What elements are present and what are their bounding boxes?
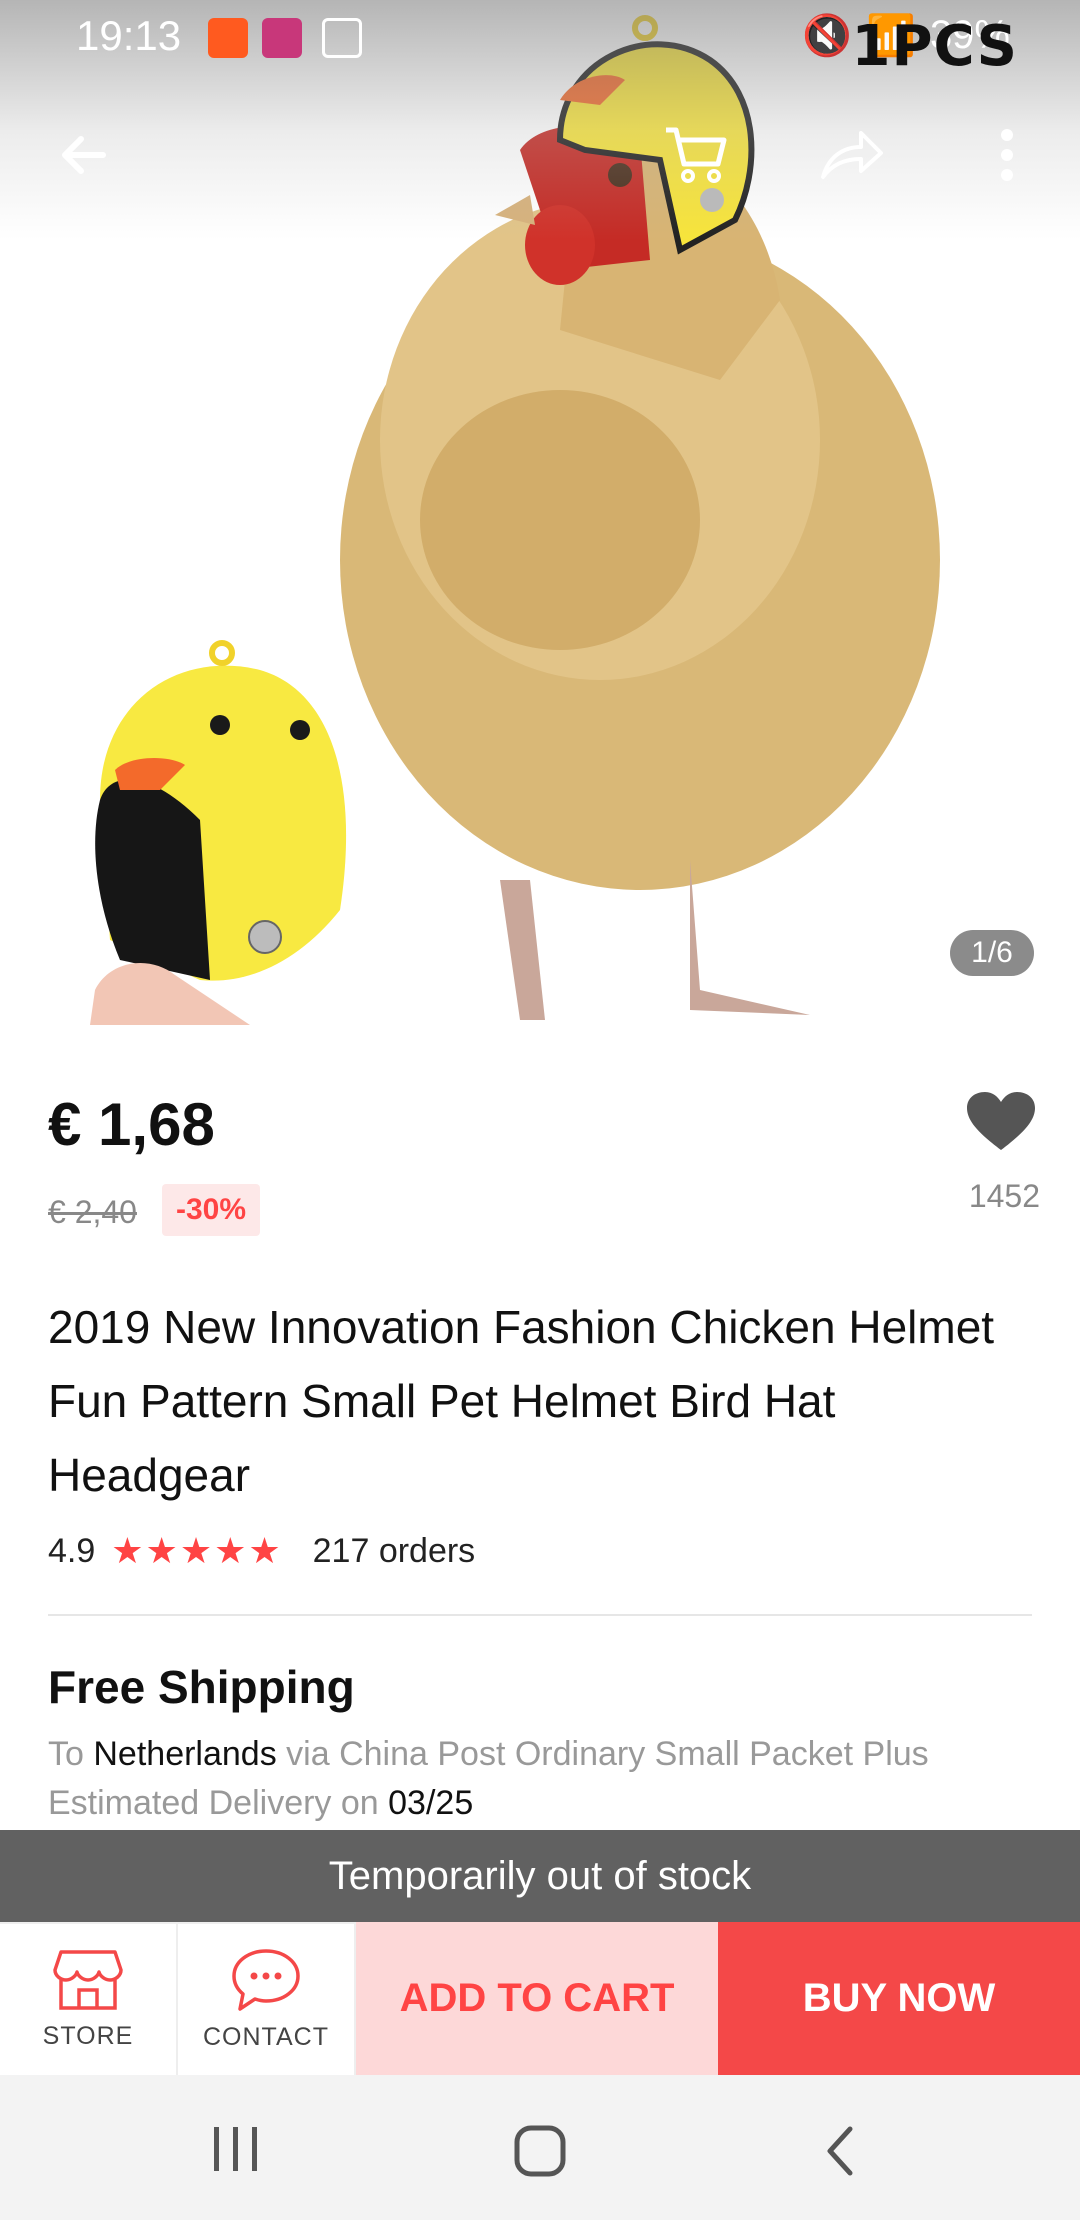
- action-bar: STORE CONTACT ADD TO CART BUY NOW: [0, 1922, 1080, 2075]
- wishlist-button[interactable]: [965, 1090, 1037, 1159]
- chat-bubble-icon: [232, 1949, 300, 2011]
- estimated-delivery: Estimated Delivery on 03/25: [48, 1784, 474, 1822]
- recents-icon: [214, 2127, 257, 2171]
- product-price: € 1,68: [48, 1091, 215, 1158]
- wishlist-count: 1452: [968, 1178, 1040, 1214]
- divider: [48, 1614, 1032, 1616]
- orders-count: 217 orders: [312, 1531, 476, 1570]
- aliexpress-app-icon: [208, 18, 248, 58]
- cart-button[interactable]: [660, 120, 730, 190]
- rating-value: 4.9: [48, 1531, 96, 1570]
- contact-label: CONTACT: [203, 2023, 329, 2051]
- status-time: 19:13: [76, 12, 182, 59]
- chevron-left-icon: [827, 2126, 853, 2176]
- add-to-cart-button[interactable]: ADD TO CART: [356, 1922, 718, 2075]
- heart-icon: [967, 1092, 1035, 1150]
- more-vertical-icon: [1001, 129, 1013, 181]
- delivery-date: 03/25: [388, 1784, 474, 1822]
- shipping-destination[interactable]: To Netherlands via China Post Ordinary S…: [48, 1735, 929, 1774]
- product-image-gallery[interactable]: [0, 0, 1080, 1025]
- variant-overlay-label: 1PCS: [851, 14, 1018, 79]
- contact-button[interactable]: CONTACT: [178, 1922, 356, 2075]
- share-button[interactable]: [815, 120, 885, 190]
- product-title: 2019 New Innovation Fashion Chicken Helm…: [48, 1301, 995, 1501]
- store-icon: [53, 1950, 123, 2010]
- discount-badge: -30%: [162, 1184, 261, 1236]
- status-bar: 19:13 🔇 📶 39% 1PCS: [0, 0, 1080, 79]
- store-label: STORE: [42, 2022, 134, 2050]
- mute-icon: 🔇: [802, 14, 853, 58]
- out-of-stock-banner: Temporarily out of stock: [0, 1830, 1080, 1922]
- cart-icon: [666, 127, 727, 183]
- share-icon: [821, 131, 883, 179]
- home-icon: [514, 2125, 566, 2177]
- gallery-notification-icon: [322, 18, 362, 58]
- buy-now-button[interactable]: BUY NOW: [718, 1922, 1080, 2075]
- more-options-button[interactable]: [972, 120, 1042, 190]
- store-button[interactable]: STORE: [0, 1922, 178, 2075]
- arrow-left-icon: [62, 136, 106, 174]
- original-price: € 2,40: [48, 1194, 137, 1230]
- recent-apps-button[interactable]: [208, 2123, 264, 2180]
- back-button[interactable]: [48, 120, 118, 190]
- game-app-icon: [262, 18, 302, 58]
- image-counter: 1/6: [950, 930, 1034, 976]
- rating-stars: ★★★★★: [111, 1530, 283, 1571]
- system-navigation-bar: [0, 2075, 1080, 2220]
- shipping-title[interactable]: Free Shipping: [48, 1660, 355, 1714]
- rating-row[interactable]: 4.9 ★★★★★ 217 orders: [48, 1530, 475, 1572]
- system-back-button[interactable]: [820, 2123, 860, 2184]
- home-button[interactable]: [512, 2123, 568, 2184]
- shipping-country: Netherlands: [93, 1735, 277, 1773]
